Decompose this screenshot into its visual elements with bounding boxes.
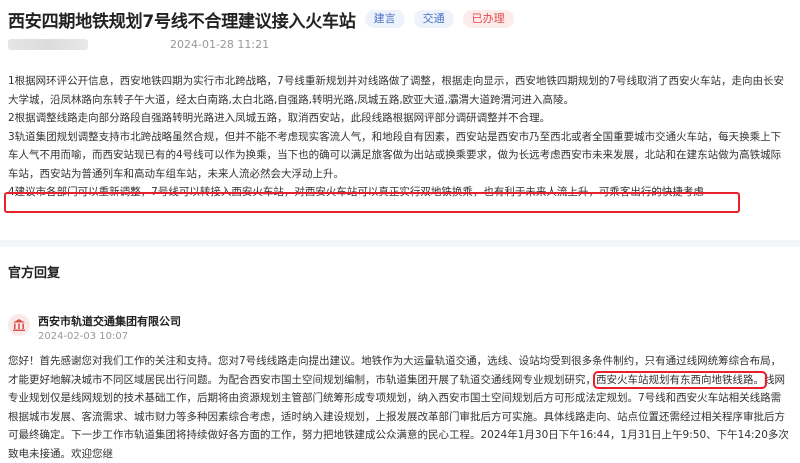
post-content: 1根据网环评公开信息，西安地铁四期为实行市北跨战略，7号线重新规划并对线路做了调… xyxy=(8,72,790,202)
post-timestamp: 2024-01-28 11:21 xyxy=(170,38,270,51)
highlight-box xyxy=(4,192,740,213)
content-paragraph: 1根据网环评公开信息，西安地铁四期为实行市北跨战略，7号线重新规划并对线路做了调… xyxy=(8,75,785,106)
tag-category-traffic[interactable]: 交通 xyxy=(413,10,454,28)
government-building-icon xyxy=(8,314,30,336)
reply-text-part: 线网专业规划仅是线网规划的技术基础工作，后期将由资源规划主管部门统筹形成专项规划… xyxy=(8,373,789,460)
tag-category-suggestion[interactable]: 建言 xyxy=(364,10,405,28)
reply-org-name: 西安市轨道交通集团有限公司 xyxy=(38,315,181,328)
author-name-blurred xyxy=(8,39,88,50)
post-meta: 2024-01-28 11:21 xyxy=(8,38,269,51)
reply-highlight: 西安火车站规划有东西向地铁线路。 xyxy=(593,370,767,389)
post-header: 西安四期地铁规划7号线不合理建议接入火车站 建言 交通 已办理 xyxy=(8,6,514,32)
content-paragraph: 3轨道集团规划调整支持市北跨战略虽然合规，但并不能不考虑现实客流人气，和地段自有… xyxy=(8,130,782,180)
reply-content: 您好！首先感谢您对我们工作的关注和支持。您对7号线线路走向提出建议。地铁作为大运… xyxy=(8,352,790,463)
content-paragraph: 2根据调整线路走向部分路段自强路转明光路进入凤城五路，取消西安站，此段线路根据网… xyxy=(8,112,551,124)
post-title: 西安四期地铁规划7号线不合理建议接入火车站 xyxy=(8,11,356,32)
status-badge: 已办理 xyxy=(462,10,514,28)
reply-date: 2024-02-03 10:07 xyxy=(38,331,129,342)
section-divider xyxy=(0,240,800,247)
reply-section-title: 官方回复 xyxy=(8,266,61,281)
